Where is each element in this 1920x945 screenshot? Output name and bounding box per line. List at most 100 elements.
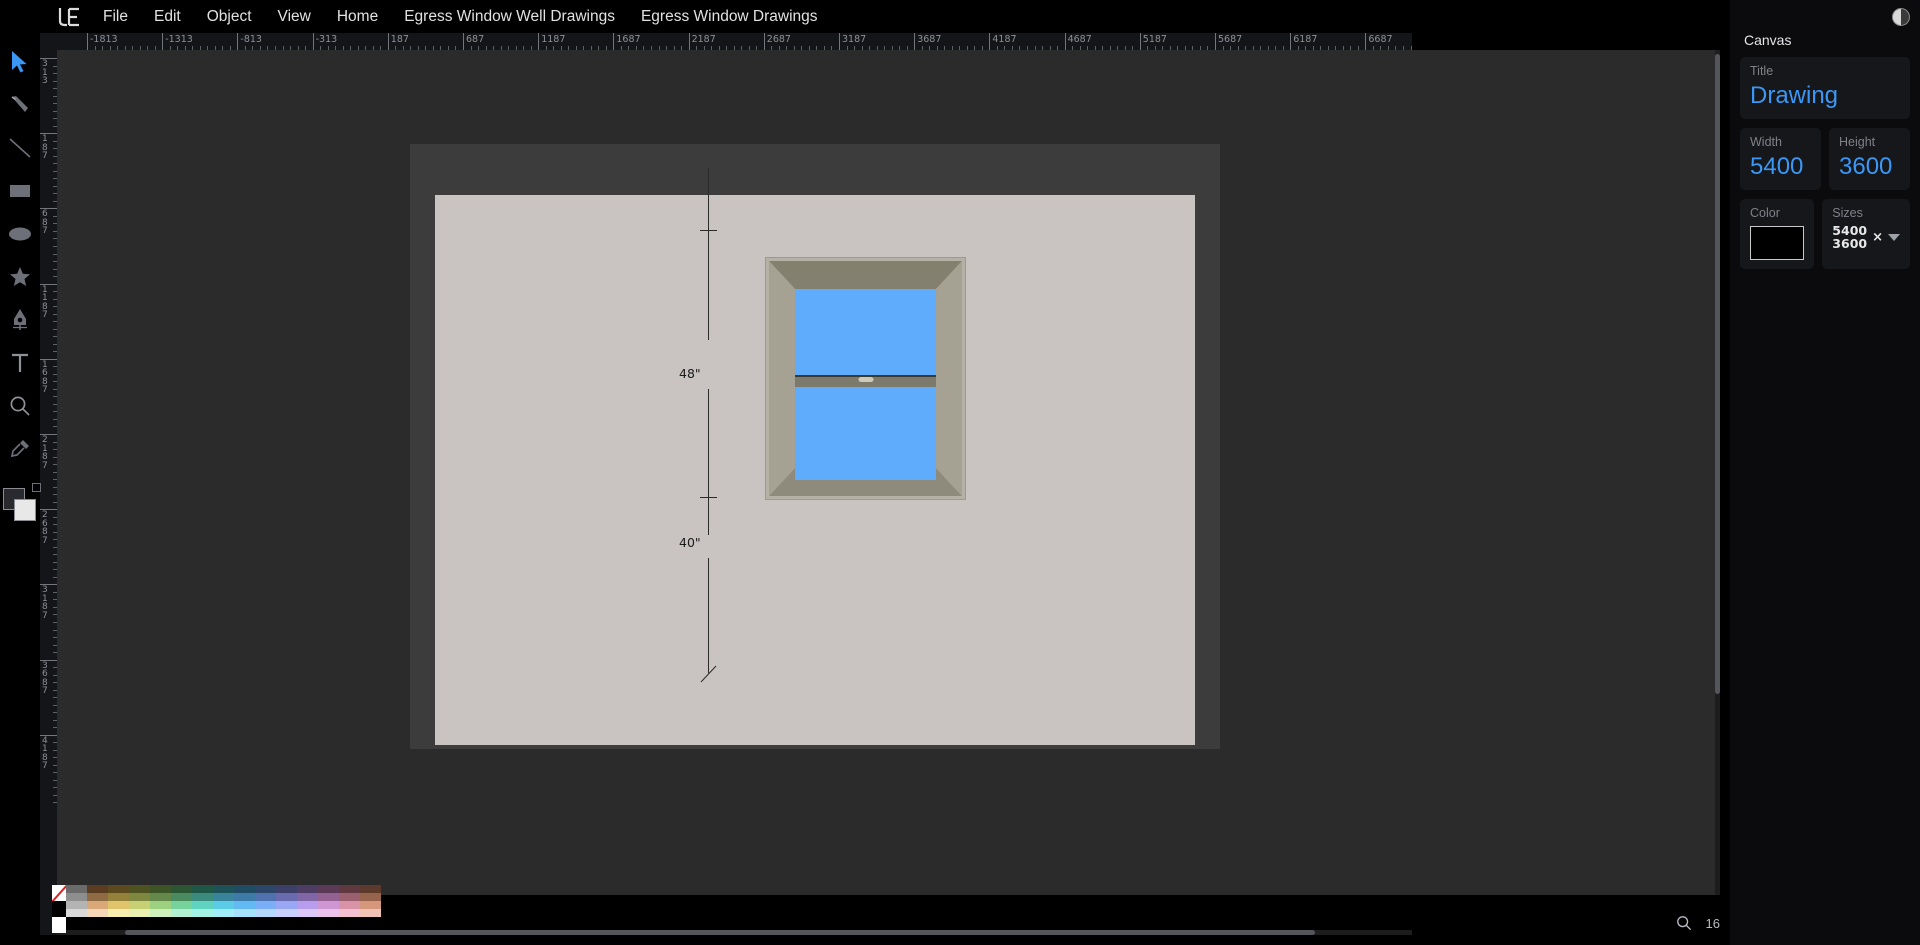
vertical-scrollbar-thumb[interactable] (1715, 54, 1720, 694)
canvas-width-value[interactable]: 5400 (1750, 153, 1811, 181)
window-pane-lower[interactable] (795, 387, 936, 480)
palette-swatch[interactable] (150, 893, 171, 901)
palette-swatch[interactable] (171, 885, 192, 893)
palette-swatch[interactable] (192, 893, 213, 901)
palette-swatch[interactable] (255, 909, 276, 917)
palette-swatch[interactable] (171, 909, 192, 917)
palette-swatch[interactable] (150, 901, 171, 909)
vertical-ruler[interactable]: 3131876871187168721872687318736874187 (40, 50, 57, 935)
theme-toggle-icon[interactable] (1892, 8, 1910, 26)
palette-swatch[interactable] (192, 885, 213, 893)
canvas-title-value[interactable]: Drawing (1750, 82, 1900, 110)
canvas-title-field[interactable]: Title Drawing (1740, 57, 1910, 119)
app-logo-icon[interactable] (48, 0, 90, 34)
palette-swatch[interactable] (87, 909, 108, 917)
rectangle-tool[interactable] (0, 169, 40, 212)
eyedropper-tool[interactable] (0, 427, 40, 470)
palette-swatch[interactable] (150, 909, 171, 917)
swatch-reset-icon[interactable] (32, 483, 41, 492)
palette-swatch[interactable] (234, 885, 255, 893)
palette-swatch[interactable] (297, 893, 318, 901)
palette-swatch[interactable] (171, 893, 192, 901)
palette-swatch[interactable] (318, 901, 339, 909)
ellipse-tool[interactable] (0, 212, 40, 255)
canvas-color-swatch[interactable] (1750, 226, 1804, 260)
palette-swatch[interactable] (276, 909, 297, 917)
palette-swatch[interactable] (129, 885, 150, 893)
window-sash-handle[interactable] (858, 377, 873, 382)
palette-swatch[interactable] (150, 885, 171, 893)
zoom-tool[interactable] (0, 384, 40, 427)
palette-no-color-swatch[interactable] (52, 885, 66, 901)
zoom-level-value[interactable]: 16 (1706, 916, 1720, 931)
palette-swatch[interactable] (87, 901, 108, 909)
menu-view[interactable]: View (265, 0, 324, 34)
palette-swatch[interactable] (276, 901, 297, 909)
palette-swatch[interactable] (360, 893, 381, 901)
palette-swatch[interactable] (276, 893, 297, 901)
palette-swatch[interactable] (255, 893, 276, 901)
palette-swatch[interactable] (318, 885, 339, 893)
palette-swatch[interactable] (339, 885, 360, 893)
palette-swatch[interactable] (234, 893, 255, 901)
fill-stroke-swatches[interactable] (3, 488, 37, 522)
palette-swatch[interactable] (108, 893, 129, 901)
horizontal-ruler[interactable]: -1813-1313-813-3131876871187168721872687… (57, 33, 1412, 50)
egress-window-graphic[interactable] (765, 257, 966, 500)
palette-swatch[interactable] (360, 901, 381, 909)
canvas-sizes-field[interactable]: Sizes 5400 3600 × (1822, 199, 1910, 269)
canvas-color-field[interactable]: Color (1740, 199, 1814, 269)
palette-swatch[interactable] (129, 893, 150, 901)
palette-swatch[interactable] (360, 909, 381, 917)
palette-swatch[interactable] (297, 909, 318, 917)
menu-file[interactable]: File (90, 0, 141, 34)
palette-swatch[interactable] (108, 885, 129, 893)
palette-white-swatch[interactable] (52, 917, 66, 933)
canvas-height-value[interactable]: 3600 (1839, 153, 1900, 181)
vertical-scrollbar[interactable] (1715, 50, 1720, 895)
palette-swatch[interactable] (66, 901, 87, 909)
palette-swatch[interactable] (66, 909, 87, 917)
text-tool[interactable] (0, 341, 40, 384)
color-palette[interactable] (52, 885, 381, 933)
palette-swatch[interactable] (276, 885, 297, 893)
menu-edit[interactable]: Edit (141, 0, 194, 34)
palette-swatch[interactable] (339, 901, 360, 909)
palette-swatch[interactable] (87, 885, 108, 893)
artboard[interactable]: 48" 40" (435, 195, 1195, 745)
select-tool[interactable] (0, 40, 40, 83)
palette-swatch[interactable] (339, 909, 360, 917)
pen-nib-tool[interactable] (0, 298, 40, 341)
palette-swatch[interactable] (129, 909, 150, 917)
palette-swatch[interactable] (66, 893, 87, 901)
palette-swatch[interactable] (87, 893, 108, 901)
palette-swatch[interactable] (234, 909, 255, 917)
palette-swatch[interactable] (339, 893, 360, 901)
palette-swatch[interactable] (129, 901, 150, 909)
menu-egress-window-drawings[interactable]: Egress Window Drawings (628, 0, 831, 34)
canvas-height-field[interactable]: Height 3600 (1829, 128, 1910, 190)
palette-swatch[interactable] (360, 885, 381, 893)
palette-swatch[interactable] (108, 901, 129, 909)
palette-swatch[interactable] (297, 885, 318, 893)
star-tool[interactable] (0, 255, 40, 298)
palette-swatch[interactable] (297, 901, 318, 909)
palette-swatch[interactable] (318, 893, 339, 901)
palette-swatch[interactable] (255, 885, 276, 893)
palette-swatch[interactable] (108, 909, 129, 917)
palette-swatch[interactable] (213, 885, 234, 893)
chevron-down-icon[interactable] (1888, 234, 1900, 241)
palette-swatch[interactable] (171, 901, 192, 909)
palette-swatch[interactable] (213, 909, 234, 917)
palette-swatch[interactable] (192, 901, 213, 909)
palette-swatch[interactable] (192, 909, 213, 917)
line-tool[interactable] (0, 126, 40, 169)
menu-object[interactable]: Object (194, 0, 265, 34)
window-pane-upper[interactable] (795, 289, 936, 375)
canvas-workspace[interactable]: 48" 40" (57, 50, 1720, 895)
stroke-color-swatch[interactable] (14, 499, 36, 521)
menu-home[interactable]: Home (324, 0, 391, 34)
palette-swatch[interactable] (66, 885, 87, 893)
palette-swatch[interactable] (318, 909, 339, 917)
palette-swatch[interactable] (234, 901, 255, 909)
